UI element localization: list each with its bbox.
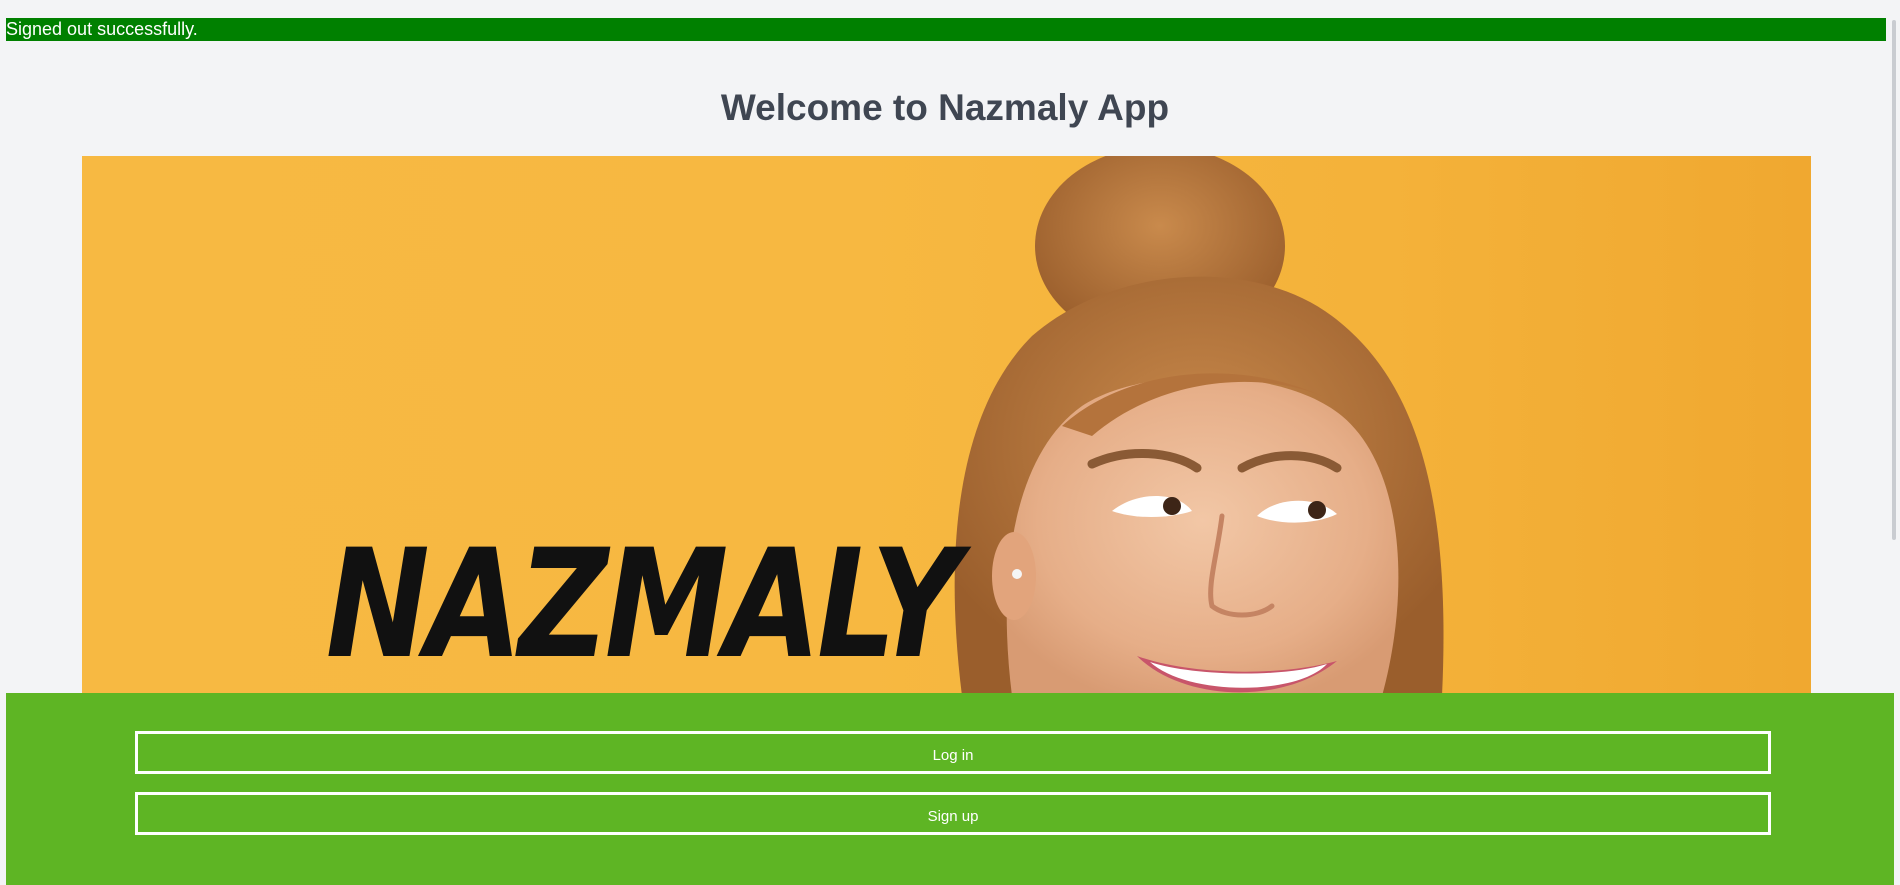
right-pupil bbox=[1308, 501, 1326, 519]
hero-illustration: NAZMALY bbox=[326, 156, 1444, 696]
login-button[interactable]: Log in bbox=[135, 731, 1771, 774]
auth-footer: Log in Sign up bbox=[6, 693, 1894, 885]
left-pupil bbox=[1163, 497, 1181, 515]
hero-image: NAZMALY bbox=[82, 156, 1811, 696]
earring bbox=[1012, 569, 1022, 579]
signup-button[interactable]: Sign up bbox=[135, 792, 1771, 835]
page: Signed out successfully. Welcome to Nazm… bbox=[0, 0, 1900, 885]
flash-message: Signed out successfully. bbox=[6, 19, 198, 39]
nazmaly-logo: NAZMALY bbox=[326, 517, 972, 692]
page-title: Welcome to Nazmaly App bbox=[720, 87, 1170, 128]
scrollbar-thumb[interactable] bbox=[1892, 20, 1896, 540]
flash-notice: Signed out successfully. bbox=[6, 18, 1886, 41]
